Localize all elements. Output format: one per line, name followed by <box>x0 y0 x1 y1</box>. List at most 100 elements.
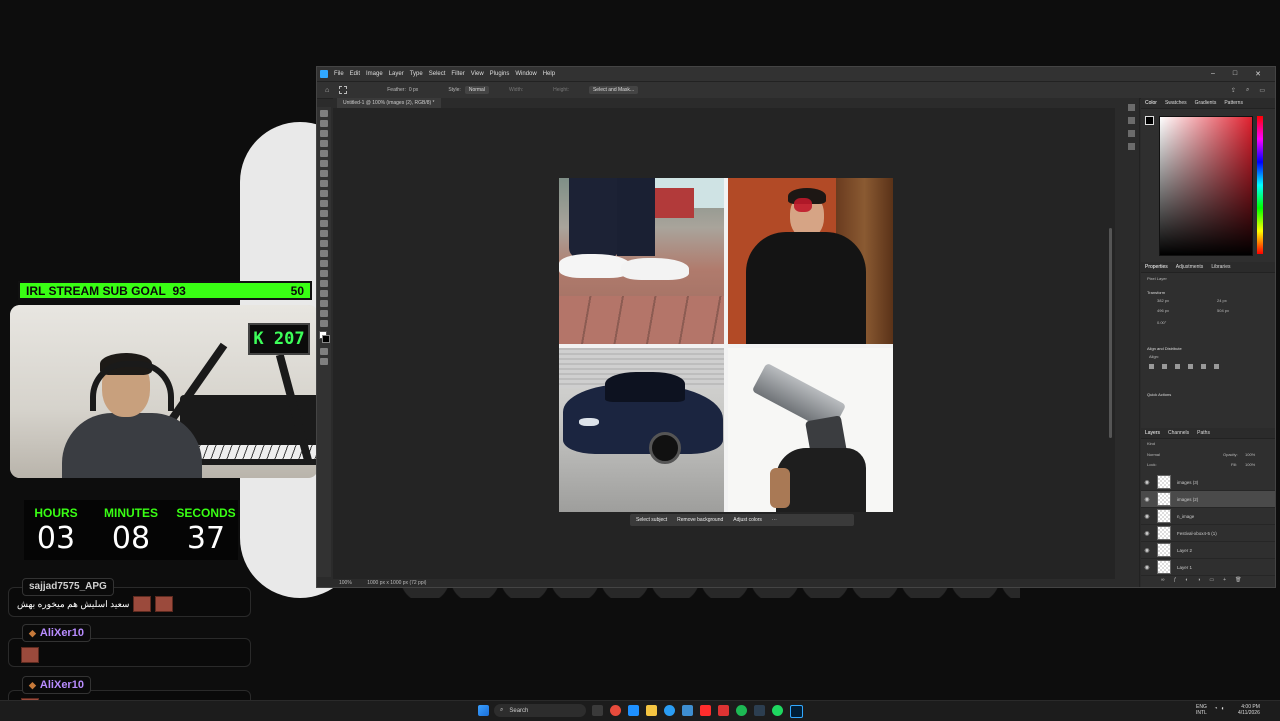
character-panel-icon[interactable] <box>1127 130 1135 137</box>
height-field[interactable]: 496 px <box>1157 308 1169 313</box>
tab-color[interactable]: Color <box>1145 100 1157 106</box>
document-tab[interactable]: Untitled-1 @ 100% (images (2), RGB/8) * <box>337 98 441 108</box>
paragraph-panel-icon[interactable] <box>1127 143 1135 150</box>
more-options-icon[interactable]: ⋯ <box>772 517 777 523</box>
lasso-tool-icon[interactable] <box>320 130 328 137</box>
eye-icon[interactable]: ◉ <box>1143 479 1151 486</box>
taskbar-search[interactable]: ⌕ Search <box>494 704 586 717</box>
color-picker-field[interactable] <box>1159 116 1253 256</box>
app-icon[interactable] <box>628 705 639 716</box>
history-panel-icon[interactable] <box>1127 104 1135 111</box>
close-icon[interactable]: ✕ <box>1255 70 1261 78</box>
gradient-tool-icon[interactable] <box>320 230 328 237</box>
marquee-icon[interactable] <box>339 86 348 94</box>
document-canvas[interactable]: Select subject Remove background Adjust … <box>333 108 1115 582</box>
youtube-icon[interactable] <box>700 705 711 716</box>
menu-view[interactable]: View <box>471 71 484 77</box>
width-field[interactable]: 382 px <box>1157 298 1169 303</box>
new-layer-icon[interactable]: + <box>1223 577 1226 583</box>
type-tool-icon[interactable] <box>320 270 328 277</box>
menu-select[interactable]: Select <box>429 71 446 77</box>
history-brush-tool-icon[interactable] <box>320 210 328 217</box>
trash-icon[interactable]: 🗑 <box>1235 577 1241 583</box>
screen-mode-icon[interactable] <box>320 358 328 365</box>
align-middle-icon[interactable] <box>1201 364 1206 369</box>
hue-slider[interactable] <box>1257 116 1263 254</box>
eye-icon[interactable]: ◉ <box>1143 564 1151 571</box>
layer-row[interactable]: ◉ n_image <box>1141 508 1275 525</box>
fx-icon[interactable]: ƒ <box>1174 577 1177 583</box>
background-color-icon[interactable] <box>322 335 330 343</box>
opacity-value[interactable]: 100% <box>1245 452 1255 457</box>
share-icon[interactable]: ⇪ <box>1231 87 1236 94</box>
tab-channels[interactable]: Channels <box>1168 430 1189 436</box>
task-view-icon[interactable] <box>592 705 603 716</box>
menu-plugins[interactable]: Plugins <box>490 71 510 77</box>
more-tools-icon[interactable] <box>320 320 328 327</box>
file-explorer-icon[interactable] <box>646 705 657 716</box>
quick-mask-icon[interactable] <box>320 348 328 355</box>
menu-type[interactable]: Type <box>410 71 423 77</box>
wifi-icon[interactable]: ◔ <box>1214 706 1218 712</box>
hand-tool-icon[interactable] <box>320 300 328 307</box>
layer-row[interactable]: ◉ Layer 2 <box>1141 542 1275 559</box>
quick-actions-heading[interactable]: Quick Actions <box>1147 392 1171 397</box>
spotify-icon[interactable] <box>772 705 783 716</box>
photoshop-taskbar-icon[interactable] <box>790 705 803 718</box>
maximize-icon[interactable]: □ <box>1233 70 1237 78</box>
frame-tool-icon[interactable] <box>320 160 328 167</box>
dodge-tool-icon[interactable] <box>320 250 328 257</box>
volume-icon[interactable]: ◖ <box>1221 706 1225 712</box>
angle-field[interactable]: 0.00° <box>1157 320 1166 325</box>
layer-row[interactable]: ◉ images (3) <box>1141 474 1275 491</box>
group-icon[interactable]: ▭ <box>1209 577 1214 583</box>
tab-layers[interactable]: Layers <box>1145 430 1160 436</box>
select-subject-button[interactable]: Select subject <box>636 517 667 523</box>
photo-pistol[interactable] <box>728 348 893 512</box>
menu-file[interactable]: File <box>334 71 344 77</box>
align-top-icon[interactable] <box>1188 364 1193 369</box>
color-swatches[interactable] <box>317 331 331 345</box>
tab-libraries[interactable]: Libraries <box>1211 264 1230 270</box>
zoom-tool-icon[interactable] <box>320 310 328 317</box>
mask-icon[interactable]: ◐ <box>1185 577 1188 583</box>
menu-window[interactable]: Window <box>515 71 536 77</box>
clock[interactable]: 4:00 PM 4/11/2026 <box>1238 704 1260 716</box>
eye-icon[interactable]: ◉ <box>1143 496 1151 503</box>
search-icon[interactable]: ⌕ <box>1246 87 1249 94</box>
vertical-scrollbar[interactable] <box>1109 228 1112 438</box>
zoom-level[interactable]: 100% <box>339 580 352 586</box>
xbox-icon[interactable] <box>736 705 747 716</box>
menu-edit[interactable]: Edit <box>350 71 360 77</box>
eye-icon[interactable]: ◉ <box>1143 547 1151 554</box>
menu-help[interactable]: Help <box>543 71 555 77</box>
link-layers-icon[interactable]: ∞ <box>1161 577 1165 583</box>
healing-brush-tool-icon[interactable] <box>320 180 328 187</box>
layer-row[interactable]: ◉ Layer 1 <box>1141 559 1275 576</box>
path-select-tool-icon[interactable] <box>320 280 328 287</box>
select-and-mask-button[interactable]: Select and Mask... <box>588 86 639 94</box>
eraser-tool-icon[interactable] <box>320 220 328 227</box>
style-select[interactable]: Normal <box>464 86 489 94</box>
layer-filter-kind[interactable]: Kind <box>1147 441 1155 446</box>
menu-filter[interactable]: Filter <box>451 71 464 77</box>
align-left-icon[interactable] <box>1149 364 1154 369</box>
foreground-swatch[interactable] <box>1145 116 1154 125</box>
move-tool-icon[interactable] <box>320 110 328 117</box>
marquee-tool-icon[interactable] <box>320 120 328 127</box>
align-center-icon[interactable] <box>1162 364 1167 369</box>
tab-gradients[interactable]: Gradients <box>1195 100 1217 106</box>
steam-icon[interactable] <box>754 705 765 716</box>
start-icon[interactable] <box>478 705 489 716</box>
rectangle-tool-icon[interactable] <box>320 290 328 297</box>
align-bottom-icon[interactable] <box>1214 364 1219 369</box>
tab-properties[interactable]: Properties <box>1145 264 1168 270</box>
layer-row-selected[interactable]: ◉ images (2) <box>1141 491 1275 508</box>
workspace-icon[interactable]: ▭ <box>1259 87 1265 94</box>
tab-patterns[interactable]: Patterns <box>1224 100 1243 106</box>
quick-select-tool-icon[interactable] <box>320 140 328 147</box>
collage-artboard[interactable] <box>559 178 893 512</box>
photo-sneakers[interactable] <box>559 178 724 344</box>
tab-adjustments[interactable]: Adjustments <box>1176 264 1204 270</box>
blur-tool-icon[interactable] <box>320 240 328 247</box>
